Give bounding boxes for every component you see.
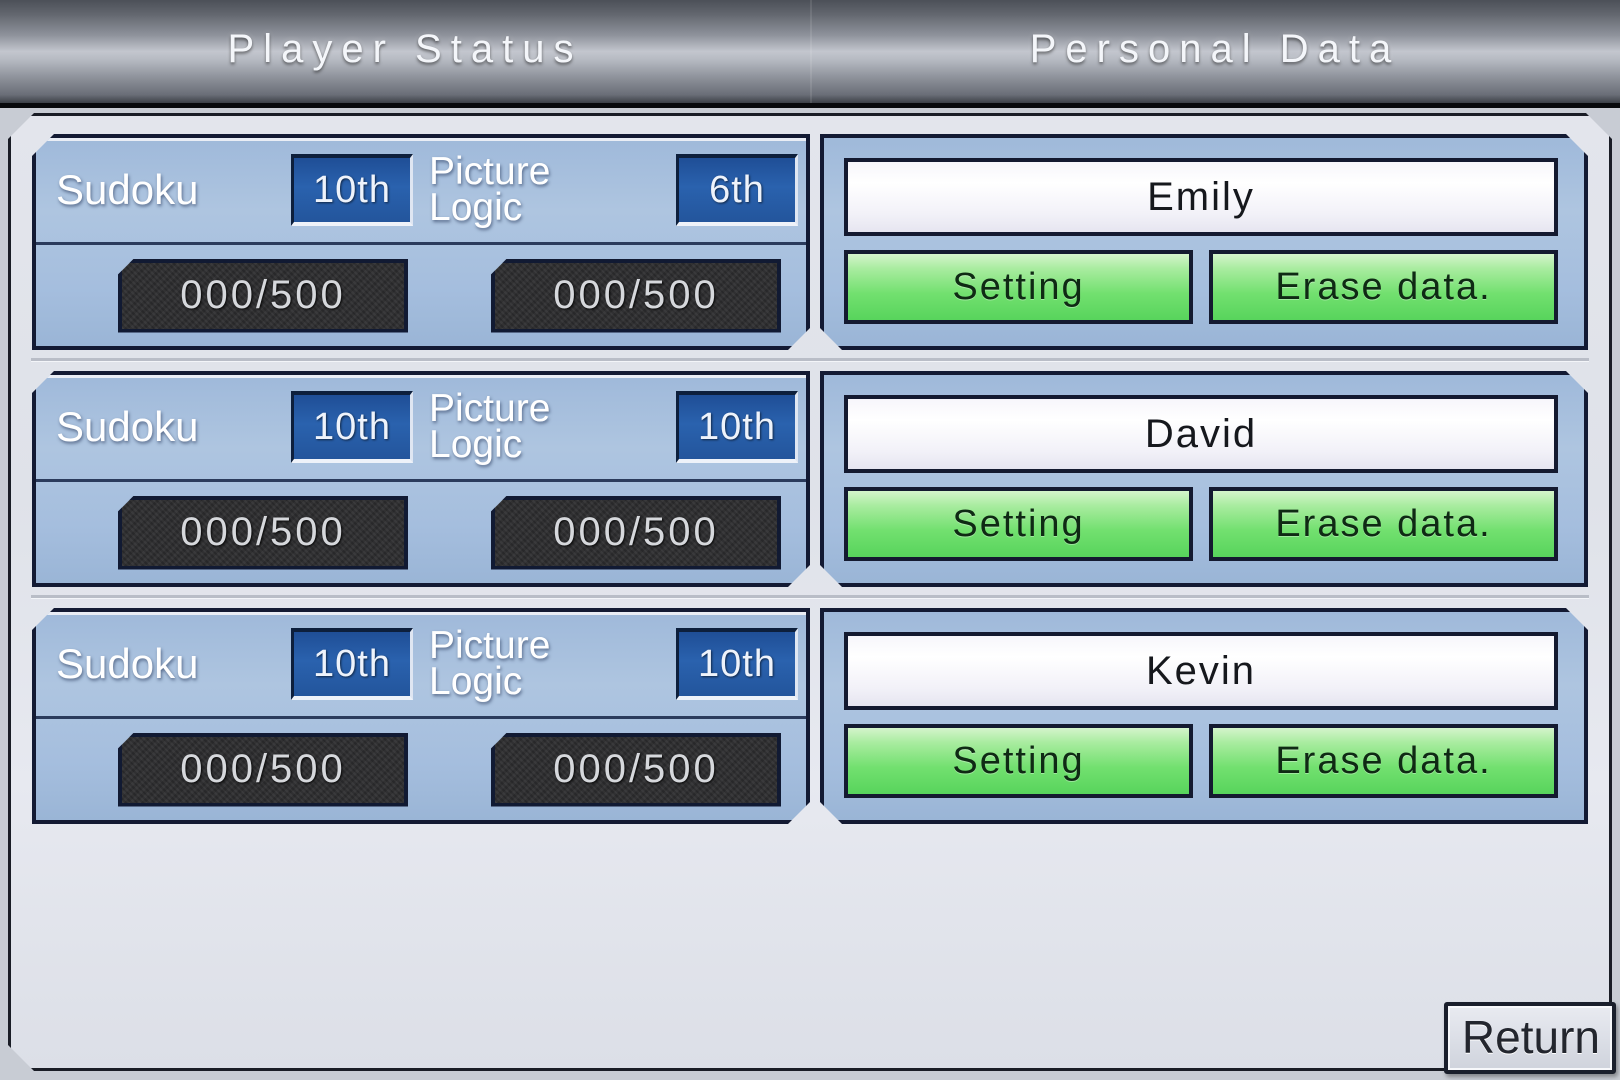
personal-data-title: Personal Data bbox=[1029, 27, 1401, 71]
sudoku-cell: Sudoku 10th bbox=[36, 154, 421, 226]
game-screen: Player Status Personal Data Sudoku 10th bbox=[0, 0, 1620, 1080]
picture-logic-progress-counter: 000/500 bbox=[491, 733, 781, 807]
picture-logic-cell: Picture Logic 6th bbox=[421, 154, 806, 227]
return-button[interactable]: Return bbox=[1443, 1002, 1616, 1074]
row-separator bbox=[31, 358, 1589, 362]
erase-data-button[interactable]: Erase data. bbox=[1209, 724, 1558, 798]
player-data-card: Kevin Setting Erase data. bbox=[820, 608, 1588, 824]
sudoku-progress-cell: 000/500 bbox=[36, 496, 421, 570]
picture-logic-rank-badge: 10th bbox=[676, 628, 798, 700]
erase-data-button[interactable]: Erase data. bbox=[1209, 487, 1558, 561]
sudoku-cell: Sudoku 10th bbox=[36, 391, 421, 463]
picture-logic-cell: Picture Logic 10th bbox=[421, 391, 806, 464]
stats-progress-row: 000/500 000/500 bbox=[36, 719, 806, 820]
picture-logic-progress-cell: 000/500 bbox=[421, 496, 806, 570]
screen-header: Player Status Personal Data bbox=[0, 0, 1620, 108]
picture-logic-label: Picture Logic bbox=[429, 386, 551, 466]
sudoku-label: Sudoku bbox=[56, 166, 199, 214]
player-status-title: Player Status bbox=[227, 27, 583, 71]
sudoku-rank-badge: 10th bbox=[291, 391, 413, 463]
player-stats-card: Sudoku 10th Picture Logic 6th 000/500 00… bbox=[32, 134, 810, 350]
player-stats-card: Sudoku 10th Picture Logic 10th 000/500 0… bbox=[32, 608, 810, 824]
stats-rank-row: Sudoku 10th Picture Logic 10th bbox=[36, 612, 806, 719]
player-name-field[interactable]: Kevin bbox=[844, 632, 1558, 710]
stats-rank-row: Sudoku 10th Picture Logic 10th bbox=[36, 375, 806, 482]
setting-button[interactable]: Setting bbox=[844, 487, 1193, 561]
picture-logic-progress-cell: 000/500 bbox=[421, 259, 806, 333]
player-action-buttons: Setting Erase data. bbox=[844, 250, 1558, 324]
header-right: Personal Data bbox=[810, 0, 1620, 103]
player-row[interactable]: Sudoku 10th Picture Logic 10th 000/500 0… bbox=[32, 371, 1588, 587]
player-stats-card: Sudoku 10th Picture Logic 10th 000/500 0… bbox=[32, 371, 810, 587]
stats-progress-row: 000/500 000/500 bbox=[36, 245, 806, 346]
player-action-buttons: Setting Erase data. bbox=[844, 487, 1558, 561]
picture-logic-rank-badge: 10th bbox=[676, 391, 798, 463]
sudoku-progress-cell: 000/500 bbox=[36, 259, 421, 333]
picture-logic-progress-cell: 000/500 bbox=[421, 733, 806, 807]
sudoku-cell: Sudoku 10th bbox=[36, 628, 421, 700]
player-row[interactable]: Sudoku 10th Picture Logic 6th 000/500 00… bbox=[32, 134, 1588, 350]
sudoku-rank-badge: 10th bbox=[291, 154, 413, 226]
footer-bar: Return bbox=[0, 1002, 1620, 1074]
player-row[interactable]: Sudoku 10th Picture Logic 10th 000/500 0… bbox=[32, 608, 1588, 824]
picture-logic-rank-badge: 6th bbox=[676, 154, 798, 226]
sudoku-progress-counter: 000/500 bbox=[118, 259, 408, 333]
main-panel: Sudoku 10th Picture Logic 6th 000/500 00… bbox=[8, 113, 1612, 1071]
header-left: Player Status bbox=[0, 0, 810, 103]
sudoku-rank-badge: 10th bbox=[291, 628, 413, 700]
player-list: Sudoku 10th Picture Logic 6th 000/500 00… bbox=[29, 134, 1591, 1068]
player-action-buttons: Setting Erase data. bbox=[844, 724, 1558, 798]
picture-logic-cell: Picture Logic 10th bbox=[421, 628, 806, 701]
sudoku-progress-counter: 000/500 bbox=[118, 496, 408, 570]
setting-button[interactable]: Setting bbox=[844, 724, 1193, 798]
player-data-card: Emily Setting Erase data. bbox=[820, 134, 1588, 350]
player-name-field[interactable]: Emily bbox=[844, 158, 1558, 236]
sudoku-progress-counter: 000/500 bbox=[118, 733, 408, 807]
picture-logic-progress-counter: 000/500 bbox=[491, 496, 781, 570]
player-name-field[interactable]: David bbox=[844, 395, 1558, 473]
player-data-card: David Setting Erase data. bbox=[820, 371, 1588, 587]
picture-logic-label: Picture Logic bbox=[429, 623, 551, 703]
sudoku-progress-cell: 000/500 bbox=[36, 733, 421, 807]
erase-data-button[interactable]: Erase data. bbox=[1209, 250, 1558, 324]
picture-logic-label: Picture Logic bbox=[429, 149, 551, 229]
sudoku-label: Sudoku bbox=[56, 403, 199, 451]
picture-logic-progress-counter: 000/500 bbox=[491, 259, 781, 333]
stats-progress-row: 000/500 000/500 bbox=[36, 482, 806, 583]
main-panel-wrapper: Sudoku 10th Picture Logic 6th 000/500 00… bbox=[8, 113, 1612, 1071]
row-separator bbox=[31, 595, 1589, 599]
return-button-label: Return bbox=[1461, 1011, 1600, 1063]
setting-button[interactable]: Setting bbox=[844, 250, 1193, 324]
stats-rank-row: Sudoku 10th Picture Logic 6th bbox=[36, 138, 806, 245]
sudoku-label: Sudoku bbox=[56, 640, 199, 688]
